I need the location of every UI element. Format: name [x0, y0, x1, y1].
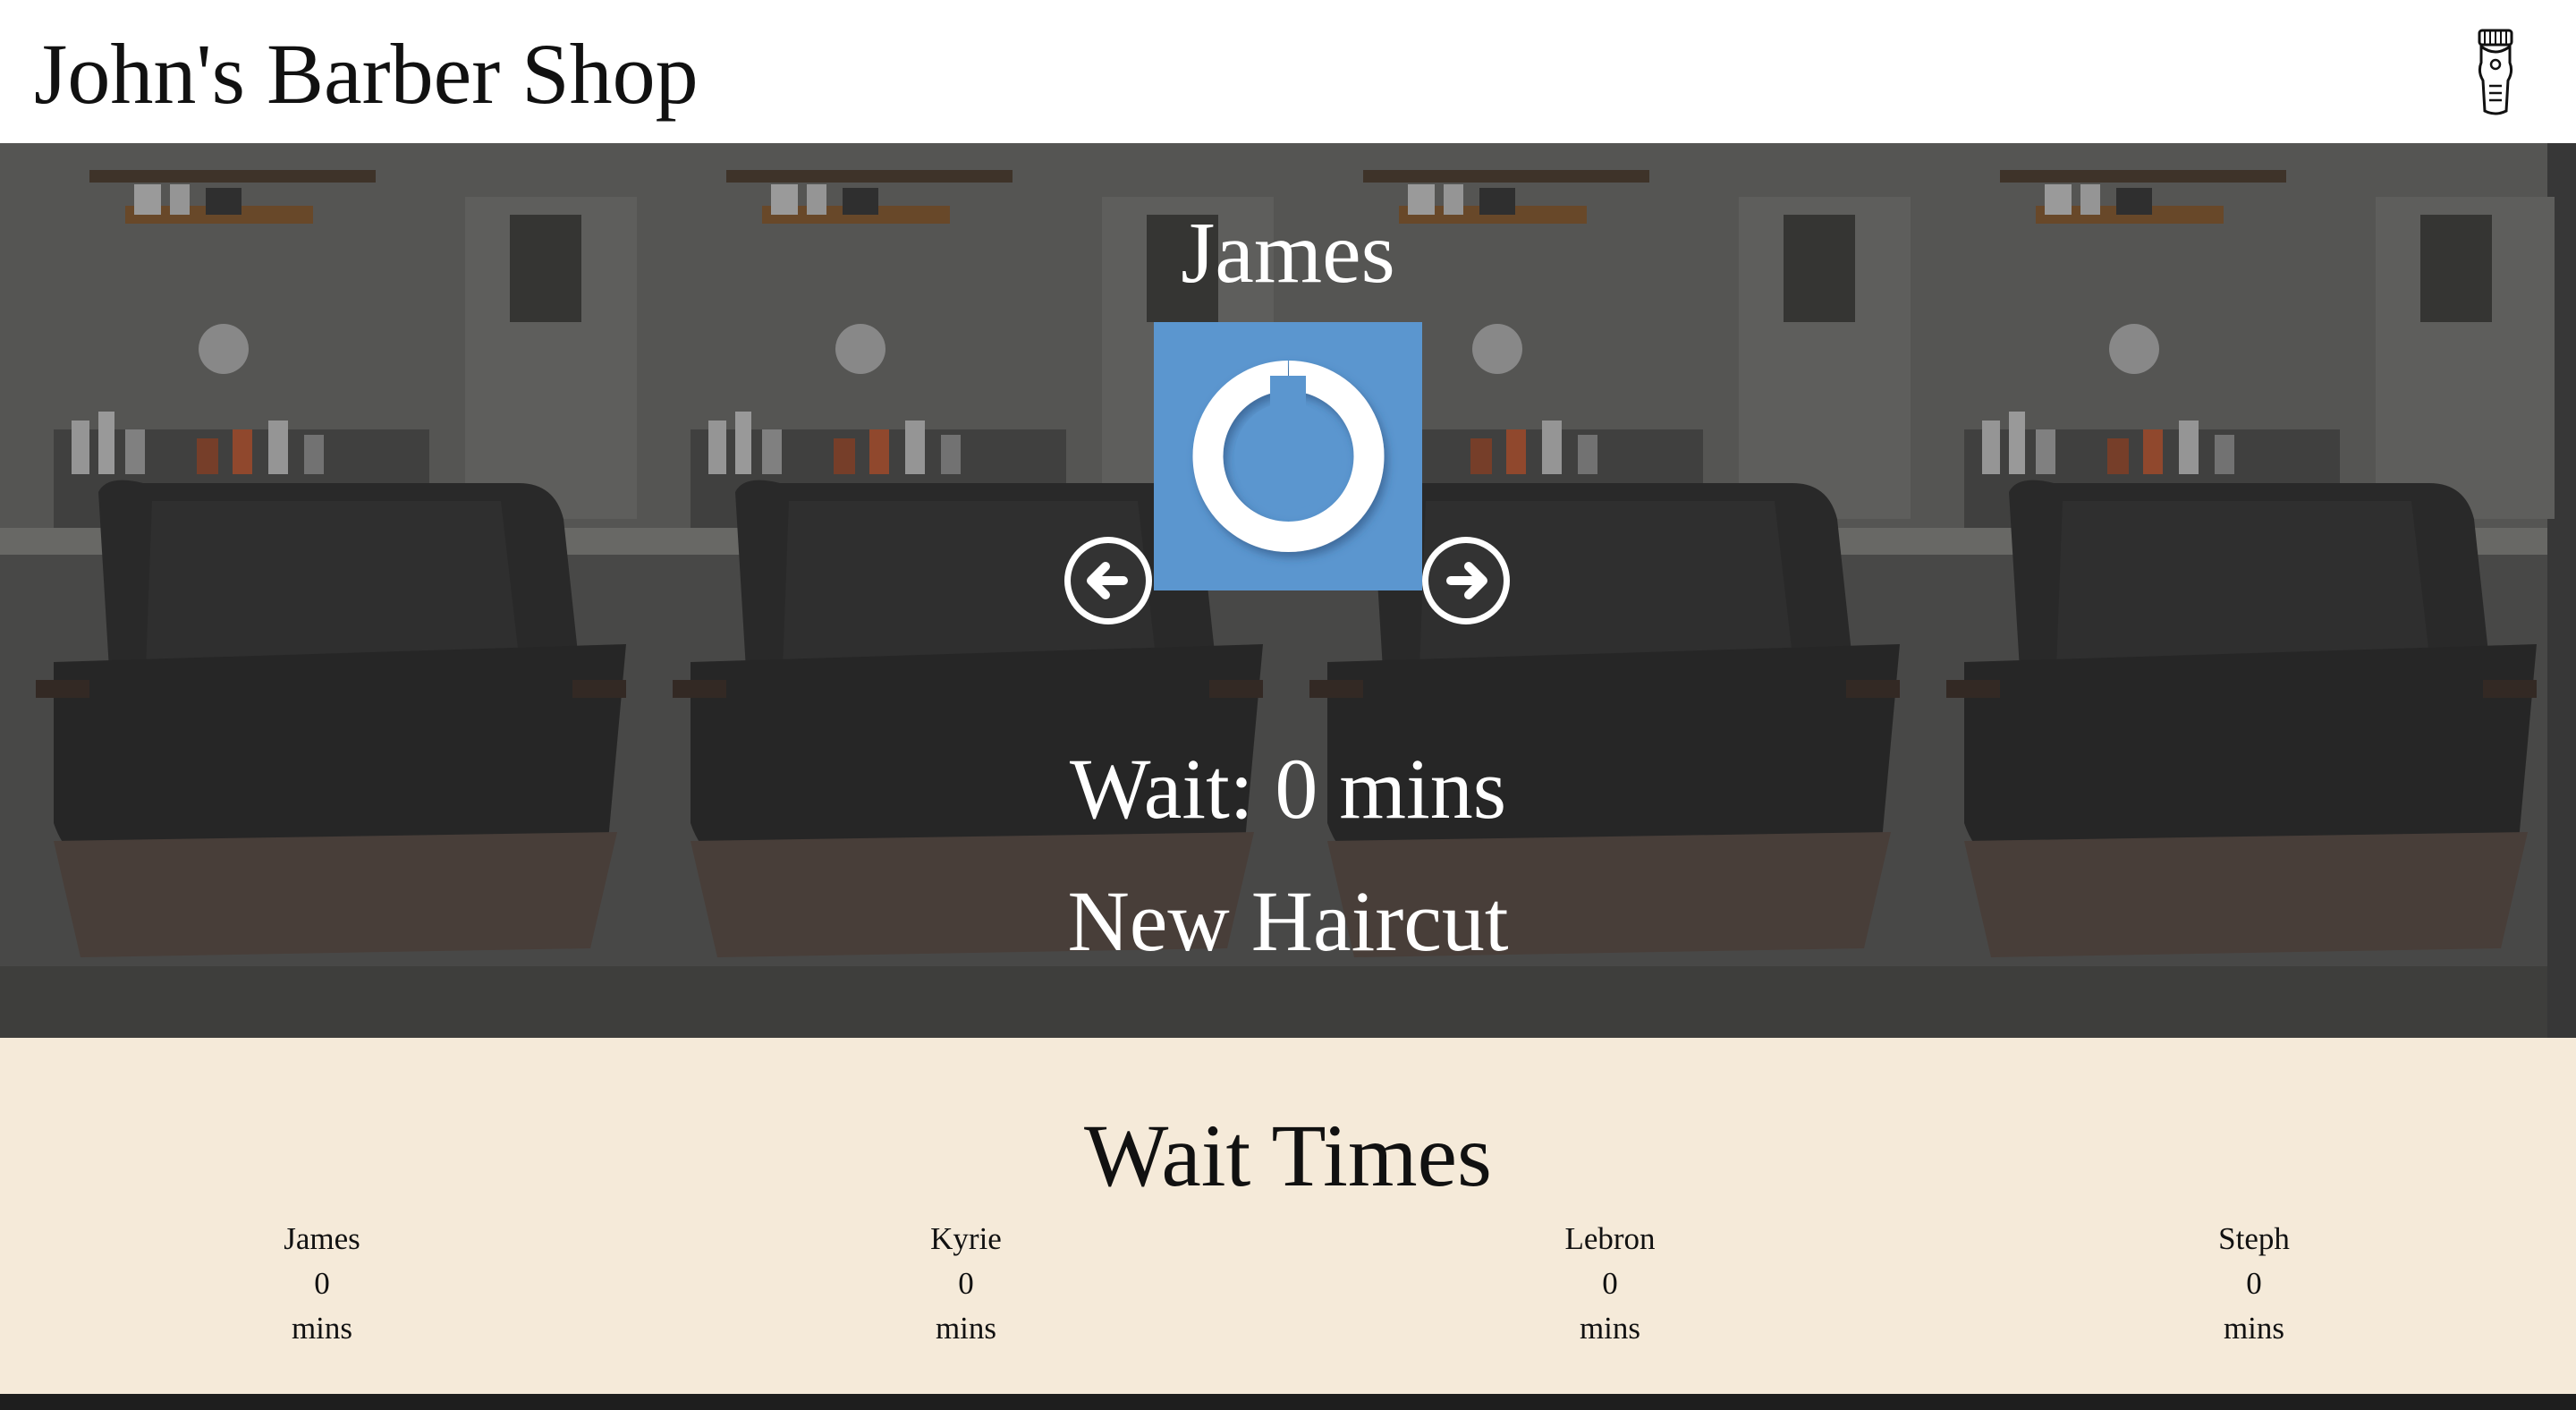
wait-time-item-james: James 0 mins [188, 1217, 456, 1351]
wait-time-item-steph: Steph 0 mins [2120, 1217, 2388, 1351]
wait-time-item-kyrie: Kyrie 0 mins [832, 1217, 1100, 1351]
wait-time-minutes: 0 [958, 1266, 974, 1301]
wait-time-unit: mins [2223, 1311, 2285, 1346]
next-barber-button[interactable] [1422, 537, 1510, 624]
wait-times-section: Wait Times James 0 mins Kyrie 0 mins Leb… [0, 1038, 2576, 1396]
wait-time-unit: mins [1579, 1311, 1641, 1346]
power-icon [1192, 361, 1385, 552]
wait-time-barber-name: Lebron [1564, 1221, 1656, 1256]
site-title[interactable]: John's Barber Shop [34, 25, 699, 123]
arrow-left-icon [1071, 543, 1146, 618]
wait-time-barber-name: Kyrie [930, 1221, 1002, 1256]
hero-section: James Wait: 0 mins New Haircut [0, 143, 2576, 1038]
wait-time-barber-name: Steph [2218, 1221, 2290, 1256]
wait-time-barber-name: James [284, 1221, 360, 1256]
footer-image-strip [0, 1394, 2576, 1410]
current-wait-time: Wait: 0 mins [1069, 741, 1507, 837]
wait-time-unit: mins [291, 1311, 353, 1346]
wait-time-minutes: 0 [1602, 1266, 1618, 1301]
barber-name: James [1181, 205, 1395, 302]
wait-time-minutes: 0 [314, 1266, 330, 1301]
wait-time-minutes: 0 [2246, 1266, 2262, 1301]
wait-time-unit: mins [935, 1311, 997, 1346]
previous-barber-button[interactable] [1064, 537, 1152, 624]
arrow-right-icon [1428, 543, 1504, 618]
wait-times-title: Wait Times [1084, 1106, 1492, 1205]
clipper-icon[interactable] [2474, 27, 2517, 116]
wait-time-item-lebron: Lebron 0 mins [1476, 1217, 1744, 1351]
site-header: John's Barber Shop [0, 0, 2576, 143]
barber-photo [1154, 322, 1422, 590]
new-haircut-button[interactable]: New Haircut [0, 872, 2576, 971]
